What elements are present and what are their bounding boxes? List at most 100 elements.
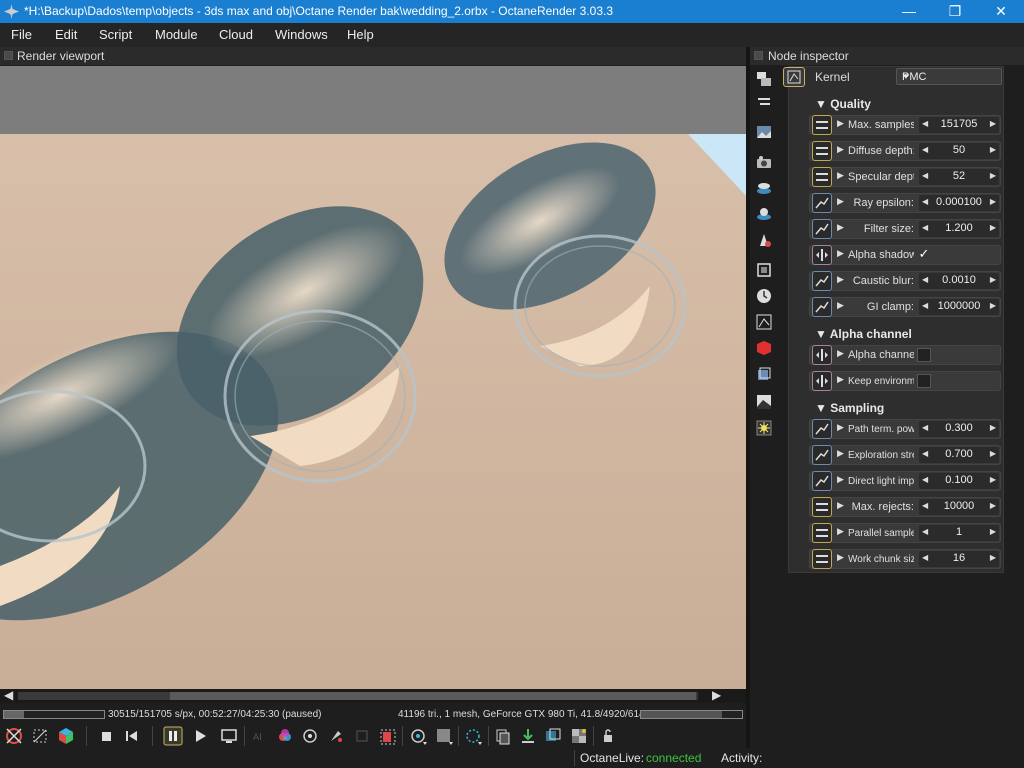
- maximize-button[interactable]: ❐: [932, 0, 978, 23]
- float-pin-icon[interactable]: [812, 271, 832, 291]
- expand-arrow-icon[interactable]: ▶: [837, 274, 844, 285]
- environment-icon[interactable]: [755, 179, 773, 197]
- image-icon[interactable]: [755, 123, 773, 141]
- float-pin-icon[interactable]: [812, 471, 832, 491]
- path-term-power-input[interactable]: ◀ 0.300 ▶: [919, 421, 999, 437]
- caustic-blur-input[interactable]: ◀ 0.0010 ▶: [919, 273, 999, 289]
- direct-light-importance-input[interactable]: ◀ 0.100 ▶: [919, 473, 999, 489]
- panel-float-icon[interactable]: [754, 51, 763, 60]
- imager-icon[interactable]: [755, 261, 773, 279]
- int-pin-icon[interactable]: [812, 523, 832, 543]
- keep-environment-checkbox[interactable]: [917, 374, 931, 388]
- lock-icon[interactable]: [598, 726, 618, 746]
- film-settings-icon[interactable]: [755, 231, 773, 249]
- specular-depth-input[interactable]: ◀ 52 ▶: [919, 169, 999, 185]
- menu-file[interactable]: File: [11, 27, 32, 42]
- expand-arrow-icon[interactable]: ▶: [837, 248, 844, 259]
- expand-arrow-icon[interactable]: ▶: [837, 348, 844, 359]
- section-quality[interactable]: ▼ Quality: [815, 97, 871, 111]
- exploration-strength-input[interactable]: ◀ 0.700 ▶: [919, 447, 999, 463]
- expand-arrow-icon[interactable]: ▶: [837, 448, 844, 459]
- menu-edit[interactable]: Edit: [55, 27, 77, 42]
- stop-icon[interactable]: [96, 726, 116, 746]
- camera-icon[interactable]: [755, 153, 773, 171]
- material-icon[interactable]: [755, 339, 773, 357]
- bool-pin-icon[interactable]: [812, 345, 832, 365]
- ray-epsilon-input[interactable]: ◀ 0.000100 ▶: [919, 195, 999, 211]
- menu-cloud[interactable]: Cloud: [219, 27, 253, 42]
- parallel-samples-input[interactable]: ◀ 1 ▶: [919, 525, 999, 541]
- work-chunk-size-input[interactable]: ◀ 16 ▶: [919, 551, 999, 567]
- lock-viewport-icon[interactable]: [408, 726, 428, 746]
- float-pin-icon[interactable]: [812, 193, 832, 213]
- animation-clock-icon[interactable]: [755, 287, 773, 305]
- expand-arrow-icon[interactable]: ▶: [837, 222, 844, 233]
- clay-mode-icon[interactable]: [434, 726, 454, 746]
- visible-environment-icon[interactable]: [755, 205, 773, 223]
- scroll-left-icon[interactable]: ◀: [4, 688, 13, 702]
- bool-pin-icon[interactable]: [812, 371, 832, 391]
- expand-arrow-icon[interactable]: ▶: [837, 474, 844, 485]
- int-pin-icon[interactable]: [812, 141, 832, 161]
- sub-sampling-icon[interactable]: [463, 726, 483, 746]
- panel-float-icon[interactable]: [4, 51, 13, 60]
- texture-icon[interactable]: [755, 393, 773, 411]
- int-pin-icon[interactable]: [812, 497, 832, 517]
- object-picker-icon[interactable]: [300, 726, 320, 746]
- light-icon[interactable]: [755, 419, 773, 437]
- scroll-right-icon[interactable]: ▶: [712, 688, 721, 702]
- recenter-view-icon[interactable]: [4, 726, 24, 746]
- fit-view-icon[interactable]: [30, 726, 50, 746]
- node-list-icon[interactable]: [755, 93, 773, 111]
- copy-to-clipboard-icon[interactable]: [493, 726, 513, 746]
- bool-pin-icon[interactable]: [812, 245, 832, 265]
- viewport-hscrollbar[interactable]: ◀ ▶: [0, 688, 746, 703]
- max-samples-input[interactable]: ◀ 151705 ▶: [919, 117, 999, 133]
- kernel-node-button[interactable]: [783, 67, 805, 87]
- export-passes-icon[interactable]: [543, 726, 563, 746]
- diffuse-depth-input[interactable]: ◀ 50 ▶: [919, 143, 999, 159]
- alpha-shadows-checkbox[interactable]: ✓: [917, 247, 931, 262]
- menu-windows[interactable]: Windows: [275, 27, 328, 42]
- expand-arrow-icon[interactable]: ▶: [837, 144, 844, 155]
- expand-arrow-icon[interactable]: ▶: [837, 196, 844, 207]
- kernel-icon[interactable]: [755, 313, 773, 331]
- kernel-select[interactable]: PMC ▼: [896, 68, 1002, 85]
- realtime-monitor-icon[interactable]: [219, 726, 239, 746]
- rendered-image[interactable]: [0, 66, 746, 689]
- alpha-channel-checkbox[interactable]: [917, 348, 931, 362]
- expand-arrow-icon[interactable]: ▶: [837, 374, 844, 385]
- render-viewport[interactable]: [0, 66, 746, 689]
- float-pin-icon[interactable]: [812, 419, 832, 439]
- focus-picker-icon[interactable]: [326, 726, 346, 746]
- float-pin-icon[interactable]: [812, 297, 832, 317]
- restart-icon[interactable]: [122, 726, 142, 746]
- pause-icon[interactable]: [163, 726, 183, 746]
- render-target-icon[interactable]: [755, 70, 773, 88]
- close-button[interactable]: ✕: [978, 0, 1024, 23]
- background-image-icon[interactable]: [569, 726, 589, 746]
- menu-module[interactable]: Module: [155, 27, 198, 42]
- filter-size-input[interactable]: ◀ 1.200 ▶: [919, 221, 999, 237]
- cube-icon[interactable]: [56, 726, 76, 746]
- int-pin-icon[interactable]: [812, 115, 832, 135]
- section-sampling[interactable]: ▼ Sampling: [815, 401, 884, 415]
- gi-clamp-input[interactable]: ◀ 1000000 ▶: [919, 299, 999, 315]
- expand-arrow-icon[interactable]: ▶: [837, 422, 844, 433]
- int-pin-icon[interactable]: [812, 549, 832, 569]
- color-picker-icon[interactable]: [275, 726, 295, 746]
- scroll-thumb[interactable]: [170, 692, 696, 700]
- int-pin-icon[interactable]: [812, 167, 832, 187]
- expand-arrow-icon[interactable]: ▶: [837, 552, 844, 563]
- minimize-button[interactable]: —: [886, 0, 932, 23]
- start-icon[interactable]: [190, 726, 210, 746]
- float-pin-icon[interactable]: [812, 219, 832, 239]
- save-render-icon[interactable]: [518, 726, 538, 746]
- expand-arrow-icon[interactable]: ▶: [837, 118, 844, 129]
- menu-script[interactable]: Script: [99, 27, 132, 42]
- region-render-icon[interactable]: [378, 726, 398, 746]
- max-rejects-input[interactable]: ◀ 10000 ▶: [919, 499, 999, 515]
- geometry-icon[interactable]: [755, 365, 773, 383]
- section-alpha-channel[interactable]: ▼ Alpha channel: [815, 327, 912, 341]
- expand-arrow-icon[interactable]: ▶: [837, 500, 844, 511]
